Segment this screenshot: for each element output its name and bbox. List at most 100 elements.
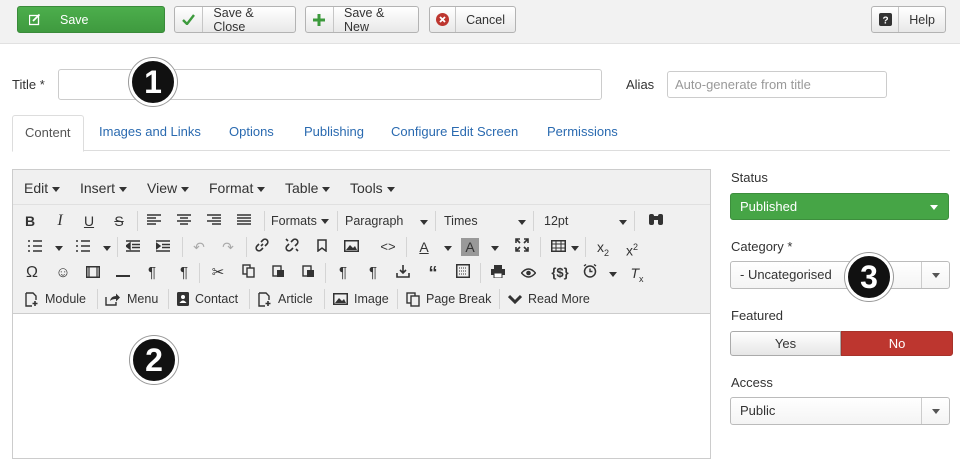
font-size-dropdown[interactable]: 12pt — [544, 210, 624, 232]
chevron-down-icon — [921, 262, 949, 288]
paragraph-ltr-icon[interactable]: ¶ — [143, 262, 161, 284]
special-character-icon[interactable]: Ω — [23, 262, 41, 284]
fullscreen-icon[interactable] — [513, 236, 531, 258]
subscript-icon[interactable]: x2 — [593, 236, 613, 258]
tab-bar: Content Images and Links Options Publish… — [12, 115, 950, 152]
formats-dropdown[interactable]: Formats — [271, 210, 329, 232]
menu-insert[interactable]: Insert — [80, 180, 127, 196]
strikethrough-icon[interactable]: S — [110, 210, 128, 232]
plus-icon — [306, 7, 334, 32]
template-icon[interactable]: {$} — [549, 262, 571, 284]
paste-text-icon[interactable] — [299, 262, 317, 284]
menu-view[interactable]: View — [147, 180, 189, 196]
menu-table[interactable]: Table — [285, 180, 330, 196]
tab-options[interactable]: Options — [217, 115, 286, 151]
insert-module-label: Module — [45, 292, 86, 306]
chevron-down-icon[interactable] — [99, 236, 109, 258]
chevron-down-icon[interactable] — [440, 236, 450, 258]
chevron-down-icon[interactable] — [605, 262, 615, 284]
tab-content[interactable]: Content — [12, 115, 84, 152]
insert-page-break-button[interactable]: Page Break — [406, 288, 491, 310]
chevron-down-icon — [921, 398, 949, 424]
save-close-button[interactable]: Save & Close — [174, 6, 296, 34]
separator — [324, 289, 325, 309]
featured-label: Featured — [731, 308, 784, 323]
insert-module-button[interactable]: Module — [25, 288, 86, 310]
redo-icon[interactable]: ↷ — [219, 236, 237, 258]
cancel-label: Cancel — [466, 12, 505, 27]
separator — [480, 263, 481, 283]
chevron-down-icon[interactable] — [514, 210, 524, 232]
featured-yes-button[interactable]: Yes — [730, 331, 841, 356]
numbered-list-icon[interactable] — [75, 236, 91, 258]
align-center-icon[interactable] — [175, 210, 193, 232]
italic-icon[interactable]: I — [51, 210, 69, 232]
editor-content-area[interactable] — [13, 315, 710, 455]
superscript-icon[interactable]: x2 — [622, 236, 642, 259]
table-icon[interactable] — [549, 236, 567, 258]
underline-icon[interactable]: U — [80, 210, 98, 232]
top-toolbar: Save Save & Close Save & New Cancel ? He… — [0, 0, 960, 44]
insert-menu-button[interactable]: Menu — [105, 288, 158, 310]
blockquote-paragraph-icon[interactable]: ¶ — [364, 262, 382, 284]
horizontal-rule-icon[interactable] — [114, 262, 132, 284]
access-select[interactable]: Public — [730, 397, 950, 425]
tab-permissions[interactable]: Permissions — [535, 115, 630, 151]
copy-icon[interactable] — [239, 262, 257, 284]
chevron-down-icon[interactable] — [51, 236, 61, 258]
chevron-down-icon[interactable] — [615, 210, 625, 232]
emoticons-icon[interactable]: ☺ — [54, 262, 72, 284]
paste-icon[interactable] — [269, 262, 287, 284]
tab-images-and-links[interactable]: Images and Links — [87, 115, 213, 151]
paragraph-rtl-icon[interactable]: ¶ — [175, 262, 193, 284]
binoculars-icon[interactable] — [646, 210, 666, 232]
link-icon[interactable] — [253, 236, 271, 258]
save-new-button[interactable]: Save & New — [305, 6, 419, 34]
visual-chars-icon[interactable] — [454, 262, 472, 284]
insert-read-more-button[interactable]: Read More — [508, 288, 590, 310]
code-icon[interactable]: <> — [378, 236, 398, 258]
save-button[interactable]: Save — [17, 6, 165, 33]
chevron-down-icon[interactable] — [567, 236, 577, 258]
undo-icon[interactable]: ↶ — [190, 236, 208, 258]
chevron-down-icon[interactable] — [416, 210, 426, 232]
blockquote-icon[interactable]: “ — [424, 262, 442, 284]
image-icon[interactable] — [342, 236, 360, 258]
clock-icon[interactable] — [581, 262, 599, 284]
clear-formatting-icon[interactable]: Tx — [627, 262, 647, 284]
paragraph-icon[interactable]: ¶ — [334, 262, 352, 284]
insert-article-button[interactable]: Article — [258, 288, 313, 310]
insert-contact-button[interactable]: Contact — [177, 288, 238, 310]
preview-icon[interactable] — [519, 262, 537, 284]
align-right-icon[interactable] — [205, 210, 223, 232]
bullet-list-icon[interactable] — [27, 236, 43, 258]
separator — [246, 237, 247, 257]
chevron-down-icon[interactable] — [487, 236, 497, 258]
insert-image-button[interactable]: Image — [333, 288, 389, 310]
background-color-icon[interactable]: A — [461, 238, 479, 256]
category-select[interactable]: - Uncategorised — [730, 261, 950, 289]
tab-configure-edit-screen[interactable]: Configure Edit Screen — [379, 115, 530, 151]
unlink-icon[interactable] — [283, 236, 301, 258]
cancel-button[interactable]: Cancel — [429, 6, 516, 33]
outdent-icon[interactable] — [124, 236, 142, 258]
featured-no-button[interactable]: No — [841, 331, 953, 356]
cut-icon[interactable]: ✂ — [209, 262, 227, 284]
alias-input[interactable]: Auto-generate from title — [667, 71, 887, 98]
print-icon[interactable] — [489, 262, 507, 284]
tab-publishing[interactable]: Publishing — [292, 115, 376, 151]
insert-icon[interactable] — [394, 262, 412, 284]
bold-icon[interactable]: B — [21, 210, 39, 232]
menu-format[interactable]: Format — [209, 180, 265, 196]
menu-edit[interactable]: Edit — [24, 180, 60, 196]
font-family-dropdown[interactable]: Times — [444, 210, 524, 232]
help-button[interactable]: ? Help — [871, 6, 946, 33]
align-justify-icon[interactable] — [235, 210, 253, 232]
align-left-icon[interactable] — [145, 210, 163, 232]
media-icon[interactable] — [84, 262, 102, 284]
bookmark-icon[interactable] — [313, 236, 331, 258]
status-select[interactable]: Published — [730, 193, 949, 220]
menu-tools[interactable]: Tools — [350, 180, 395, 196]
indent-icon[interactable] — [154, 236, 172, 258]
text-color-icon[interactable]: A — [415, 236, 433, 258]
